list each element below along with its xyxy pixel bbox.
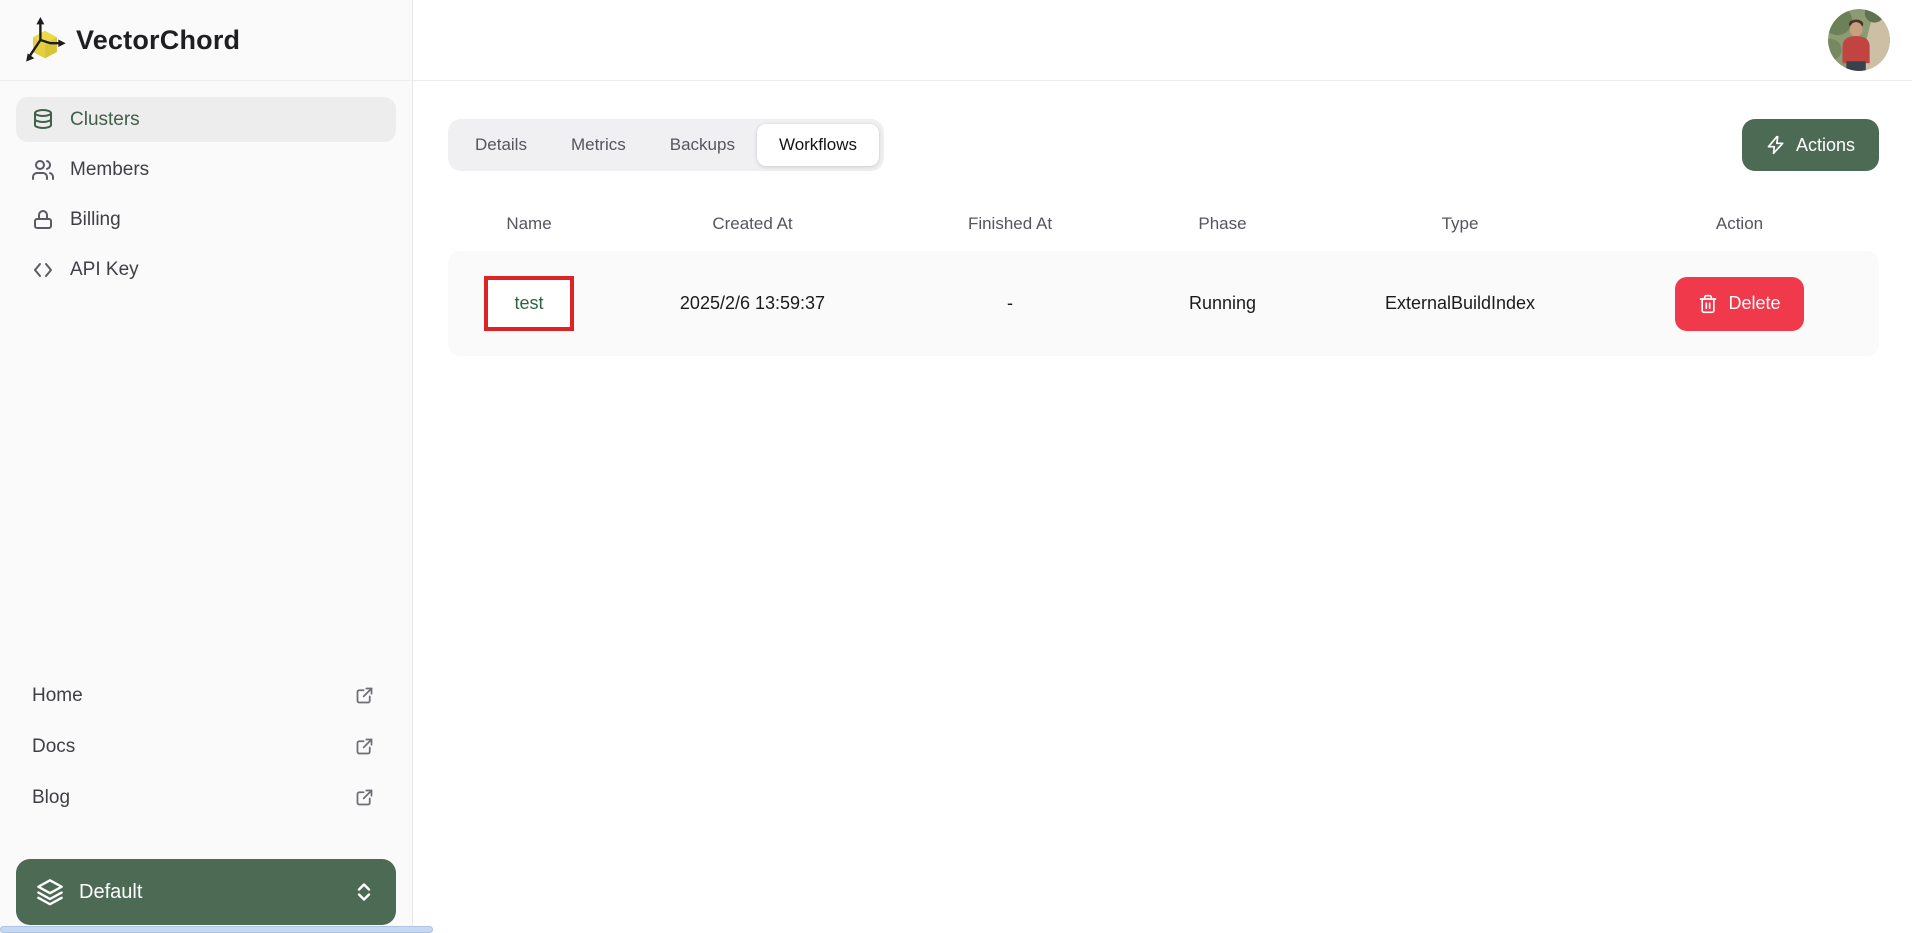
cell-action: Delete [1600,277,1879,331]
brand-header: VectorChord [0,0,412,81]
cluster-tabbar: Details Metrics Backups Workflows [448,119,884,171]
sidebar-item-label: Clusters [70,109,140,131]
column-header-type: Type [1320,214,1600,234]
workflow-name-link[interactable]: test [514,293,543,313]
column-header-created-at: Created At [610,214,895,234]
external-link-icon [354,685,375,706]
cell-phase: Running [1125,293,1320,314]
column-header-phase: Phase [1125,214,1320,234]
toolbar: Details Metrics Backups Workflows Action… [448,119,1879,171]
app-window: VectorChord Clusters [0,0,1912,933]
tab-workflows[interactable]: Workflows [757,124,879,166]
tab-backups[interactable]: Backups [648,124,757,166]
code-icon [31,258,55,282]
tab-details[interactable]: Details [453,124,549,166]
delete-button[interactable]: Delete [1675,277,1803,331]
sidebar-item-members[interactable]: Members [16,147,396,192]
cell-type: ExternalBuildIndex [1320,293,1600,314]
cell-name: test [448,276,610,331]
horizontal-scrollbar-thumb[interactable] [0,926,433,933]
sidebar-link-blog[interactable]: Blog [0,772,412,823]
sidebar-item-billing[interactable]: Billing [16,197,396,242]
brand-name: VectorChord [76,25,240,56]
lightning-icon [1766,135,1786,155]
user-avatar[interactable] [1828,9,1890,71]
sidebar-nav: Clusters Members [0,81,412,308]
sidebar-link-label: Docs [32,736,75,758]
vectorchord-logo-icon [22,14,68,66]
column-header-name: Name [448,214,610,234]
workspace-selector[interactable]: Default [16,859,396,925]
tab-metrics[interactable]: Metrics [549,124,648,166]
delete-button-label: Delete [1728,293,1780,314]
sidebar: VectorChord Clusters [0,0,413,933]
sidebar-link-label: Blog [32,787,70,809]
sidebar-item-clusters[interactable]: Clusters [16,97,396,142]
sidebar-link-docs[interactable]: Docs [0,721,412,772]
workspace-label: Default [79,881,142,904]
cell-created-at: 2025/2/6 13:59:37 [610,293,895,314]
external-link-icon [354,787,375,808]
top-bar [413,0,1912,81]
column-header-finished-at: Finished At [895,214,1125,234]
trash-icon [1698,294,1718,314]
sidebar-item-label: Members [70,159,149,181]
main-area: Details Metrics Backups Workflows Action… [413,0,1912,933]
column-header-action: Action [1600,214,1879,234]
table-header: Name Created At Finished At Phase Type A… [448,196,1879,251]
sidebar-item-api-key[interactable]: API Key [16,247,396,292]
workflows-panel: Details Metrics Backups Workflows Action… [413,81,1912,356]
sidebar-link-label: Home [32,685,83,707]
external-link-icon [354,736,375,757]
actions-button[interactable]: Actions [1742,119,1879,171]
users-icon [31,158,55,182]
sidebar-item-label: API Key [70,259,139,281]
table-row: test 2025/2/6 13:59:37 - Running Externa… [448,251,1879,356]
layers-icon [36,878,64,906]
cell-finished-at: - [895,293,1125,314]
lock-icon [31,208,55,232]
click-target-annotation: test [484,276,573,331]
actions-button-label: Actions [1796,135,1855,156]
database-icon [31,108,55,132]
chevron-up-down-icon [352,880,376,904]
sidebar-link-home[interactable]: Home [0,670,412,721]
sidebar-item-label: Billing [70,209,121,231]
sidebar-external-links: Home Docs [0,670,412,823]
